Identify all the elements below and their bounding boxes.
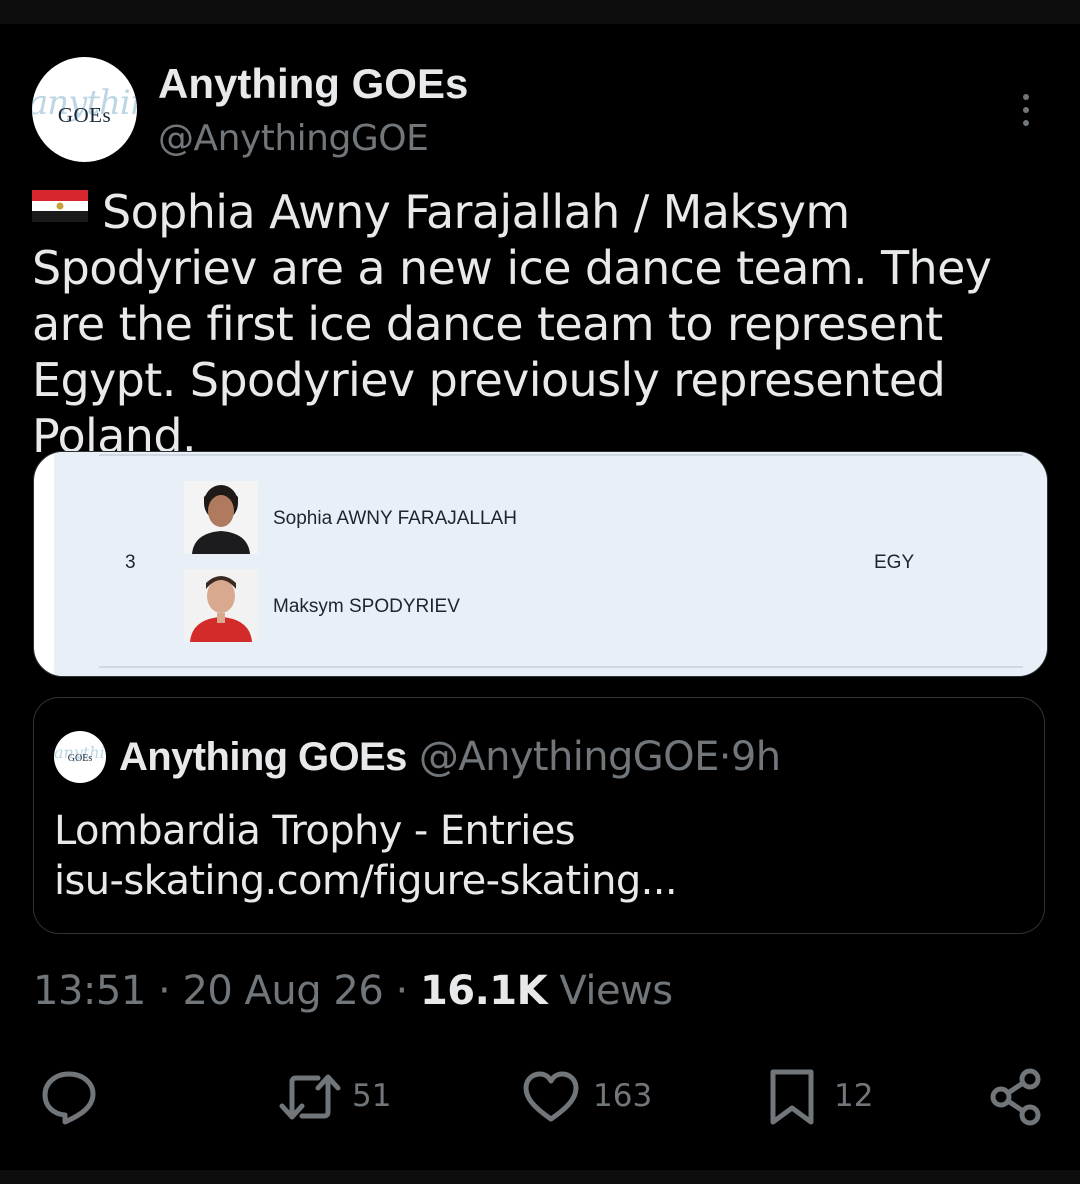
entry-rank: 3 [125,552,136,573]
status-strip [0,0,1080,24]
tweet-time: 13:51 [33,968,146,1014]
quoted-line-2: isu-skating.com/figure-skating... [54,858,678,904]
tweet-date: 20 Aug 26 [182,968,384,1014]
views-count: 16.1K [419,968,548,1014]
meta-separator-2: · [395,968,409,1014]
author-handle[interactable]: @AnythingGOE [158,118,429,159]
bookmark-count: 12 [834,1078,874,1114]
more-options-icon[interactable] [1008,90,1044,130]
retweet-icon [279,1074,341,1120]
quoted-separator: · [718,734,732,780]
quoted-line-1: Lombardia Trophy - Entries [54,808,576,854]
share-button[interactable] [988,1068,1048,1128]
skater-2-photo [184,569,258,642]
entry-panel: 3 Sophia AWNY FARAJALLAH Maksym SPODYRIE… [54,452,1047,676]
tweet-media-image[interactable]: 3 Sophia AWNY FARAJALLAH Maksym SPODYRIE… [33,451,1048,677]
bookmark-icon [770,1069,814,1125]
speech-bubble-icon [42,1071,96,1125]
bookmark-button[interactable]: 12 [768,1068,878,1128]
skater-2-name: Maksym SPODYRIEV [273,596,460,617]
author-display-name[interactable]: Anything GOEs [158,60,468,108]
quoted-avatar-logo-text: GOEs [67,753,93,764]
skater-1-name: Sophia AWNY FARAJALLAH [273,508,517,529]
reply-button[interactable] [40,1068,100,1128]
views-label[interactable]: Views [559,968,673,1014]
like-button[interactable]: 163 [522,1068,652,1128]
entry-top-divider [99,454,1023,456]
meta-separator-1: · [158,968,171,1014]
heart-icon [523,1071,579,1122]
tweet-body: Sophia Awny Farajallah / Maksym Spodyrie… [32,184,1042,464]
retweet-count: 51 [352,1078,392,1114]
skater-1-photo [184,481,258,554]
avatar-logo-text: GOEs [57,103,112,127]
quoted-display-name: Anything GOEs [119,735,407,779]
tweet-text: Sophia Awny Farajallah / Maksym Spodyrie… [32,185,992,463]
retweet-button[interactable]: 51 [278,1068,398,1128]
quoted-tweet-card[interactable]: anything GOEs Anything GOEs @AnythingGOE… [33,697,1045,934]
egypt-flag-icon [32,190,88,222]
quoted-body: Lombardia Trophy - Entries isu-skating.c… [54,806,678,906]
quoted-author-avatar: anything GOEs [54,731,106,783]
quoted-header: Anything GOEs @AnythingGOE·9h [119,734,781,780]
nation-code: EGY [874,552,915,573]
like-count: 163 [593,1078,653,1114]
quoted-handle: @AnythingGOE [418,734,719,780]
quoted-time: 9h [730,734,781,780]
author-avatar[interactable]: anything GOEs [32,57,137,162]
share-icon [990,1068,1041,1126]
tweet-meta: 13:51 · 20 Aug 26 · 16.1K Views [33,968,673,1014]
bottom-strip [0,1170,1080,1184]
entry-bottom-divider [99,666,1023,668]
